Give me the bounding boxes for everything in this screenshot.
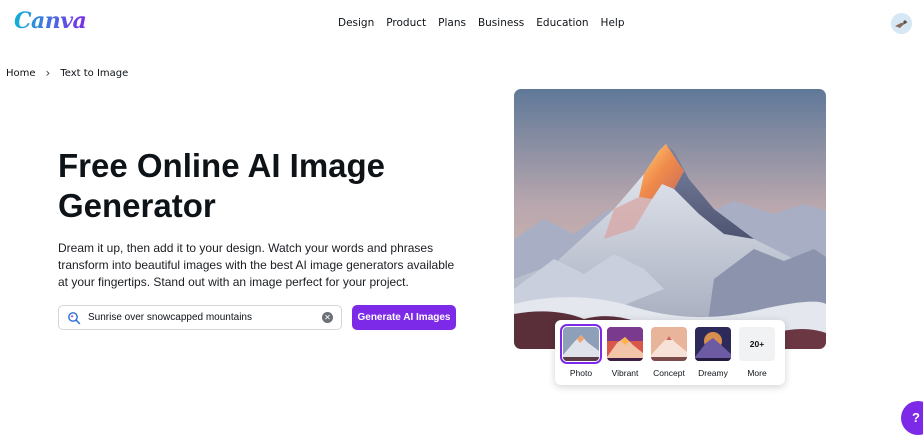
avatar[interactable] xyxy=(891,13,912,34)
more-styles-count[interactable]: 20+ xyxy=(739,327,775,361)
nav-item-product[interactable]: Product xyxy=(386,17,426,29)
style-label-dreamy: Dreamy xyxy=(698,368,728,378)
style-option-more[interactable]: 20+ More xyxy=(739,327,775,378)
style-thumb-concept[interactable] xyxy=(651,327,687,361)
breadcrumb-home[interactable]: Home xyxy=(6,68,36,79)
style-label-more: More xyxy=(747,368,767,378)
nav-item-help[interactable]: Help xyxy=(601,17,625,29)
style-thumb-dreamy[interactable] xyxy=(695,327,731,361)
nav-item-plans[interactable]: Plans xyxy=(438,17,466,29)
style-thumb-vibrant[interactable] xyxy=(607,327,643,361)
clear-icon[interactable]: ✕ xyxy=(322,312,333,323)
chevron-right-icon: › xyxy=(45,66,51,80)
hero-mountain-image xyxy=(514,89,826,349)
page-description: Dream it up, then add it to your design.… xyxy=(58,241,455,289)
style-picker: Photo Vibrant Concept Dreamy 20+ More xyxy=(555,320,785,385)
user-avatar-icon xyxy=(891,13,912,34)
nav-item-education[interactable]: Education xyxy=(536,17,588,29)
style-label-photo: Photo xyxy=(569,368,593,378)
breadcrumb: Home › Text to Image xyxy=(6,66,128,80)
prompt-input[interactable]: Sunrise over snowcapped mountains ✕ xyxy=(58,305,342,330)
help-button[interactable]: ? xyxy=(901,401,923,435)
style-label-concept: Concept xyxy=(653,368,685,378)
breadcrumb-current: Text to Image xyxy=(60,67,129,79)
canva-logo[interactable]: Canva xyxy=(14,8,87,34)
page-title: Free Online AI Image Generator xyxy=(58,147,386,224)
style-thumb-photo[interactable] xyxy=(560,324,602,364)
prompt-input-value[interactable]: Sunrise over snowcapped mountains xyxy=(88,312,322,323)
style-label-vibrant: Vibrant xyxy=(611,368,639,378)
main-nav: Design Product Plans Business Education … xyxy=(338,17,625,29)
generate-images-button[interactable]: Generate AI Images xyxy=(352,305,456,330)
nav-item-design[interactable]: Design xyxy=(338,17,374,29)
style-option-vibrant[interactable]: Vibrant xyxy=(607,327,643,378)
style-option-concept[interactable]: Concept xyxy=(651,327,687,378)
magic-search-icon xyxy=(68,311,81,324)
nav-item-business[interactable]: Business xyxy=(478,17,524,29)
style-option-dreamy[interactable]: Dreamy xyxy=(695,327,731,378)
style-option-photo[interactable]: Photo xyxy=(560,324,602,378)
